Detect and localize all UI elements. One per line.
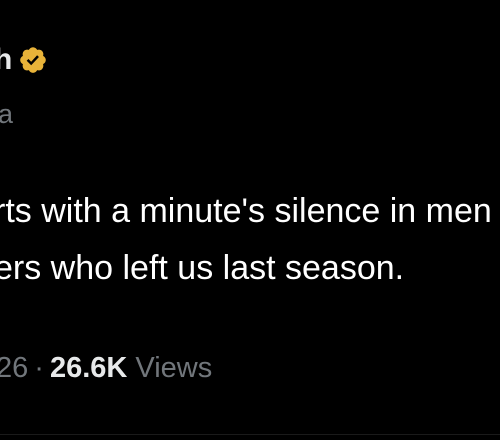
- post-card: h a rts with a minute's silence in men e…: [0, 0, 500, 440]
- post-date[interactable]: 26: [0, 352, 28, 384]
- meta-separator: ·: [34, 352, 44, 384]
- author-name[interactable]: h: [0, 43, 12, 77]
- verified-badge-icon[interactable]: [18, 45, 48, 75]
- divider: [0, 434, 500, 435]
- views-count: 26.6K: [49, 352, 128, 384]
- author-handle[interactable]: a: [0, 98, 13, 130]
- post-body-line: rts with a minute's silence in men: [0, 192, 492, 230]
- author-row: h: [0, 40, 48, 80]
- post-body: rts with a minute's silence in men ers w…: [0, 183, 500, 297]
- post-meta: 26 · 26.6K Views: [0, 349, 212, 387]
- views-label: Views: [135, 352, 213, 384]
- post-body-line: ers who left us last season.: [0, 249, 405, 287]
